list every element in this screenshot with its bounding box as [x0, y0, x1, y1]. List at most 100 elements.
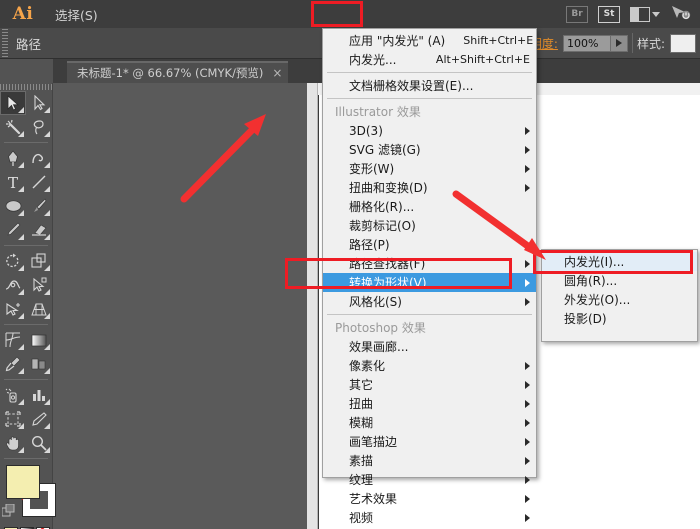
menu-blur[interactable]: 模糊: [323, 413, 536, 432]
menu-item-label: 转换为形状(V): [349, 276, 427, 290]
menu-bar: Ai 文件(F)编辑(E)对象(O)文字(T)选择(S)效果(C)视图(V)窗口…: [0, 0, 700, 135]
submenu-inner-glow[interactable]: 内发光(I)...: [542, 252, 697, 271]
tool-selection-tool[interactable]: [0, 91, 26, 115]
tool-flyout-icon: [18, 234, 24, 240]
menu-texture[interactable]: 纹理: [323, 470, 536, 489]
menu-apply-inner-glow[interactable]: 应用 "内发光" (A) Shift+Ctrl+E: [323, 31, 536, 50]
opacity-dropdown-arrow[interactable]: [610, 34, 628, 52]
menu-rasterize[interactable]: 栅格化(R)...: [323, 197, 536, 216]
menu-svg-filters[interactable]: SVG 滤镜(G): [323, 140, 536, 159]
tool-symbol-sprayer-tool[interactable]: [0, 383, 26, 407]
menu-distort-transform[interactable]: 扭曲和变换(D): [323, 178, 536, 197]
control-bar-object-type: 路径: [16, 36, 42, 52]
submenu-round-corners[interactable]: 圆角(R)...: [542, 271, 697, 290]
tool-flyout-icon: [44, 368, 50, 374]
submenu-outer-glow[interactable]: 外发光(O)...: [542, 290, 697, 309]
menu-pixelate[interactable]: 像素化: [323, 356, 536, 375]
tool-magic-wand-tool[interactable]: [0, 115, 26, 139]
tool-ellipse-tool[interactable]: [0, 194, 26, 218]
tool-flyout-icon: [18, 131, 24, 137]
canvas-background-left: [53, 83, 307, 529]
tool-lasso-tool[interactable]: [26, 115, 52, 139]
tool-eyedropper-tool[interactable]: [0, 352, 26, 376]
tool-pen-tool[interactable]: [0, 146, 26, 170]
tool-direct-selection-tool[interactable]: [26, 91, 52, 115]
tool-flyout-icon: [44, 399, 50, 405]
tool-pencil-tool[interactable]: [0, 218, 26, 242]
menu-inner-glow-dialog[interactable]: 内发光... Alt+Shift+Ctrl+E: [323, 50, 536, 69]
tool-gradient-tool[interactable]: [26, 328, 52, 352]
workspace-switcher-icon[interactable]: [630, 6, 660, 22]
app-logo: Ai: [12, 4, 34, 24]
menu-item-label: 素描: [349, 454, 374, 468]
swap-fill-stroke-icon[interactable]: [1, 503, 16, 517]
tool-paintbrush-tool[interactable]: [26, 194, 52, 218]
tool-curvature-tool[interactable]: [26, 146, 52, 170]
tool-line-segment-tool[interactable]: [26, 170, 52, 194]
tool-slice-tool[interactable]: [26, 407, 52, 431]
tool-mesh-tool[interactable]: [0, 328, 26, 352]
submenu-drop-shadow[interactable]: 投影(D): [542, 309, 697, 328]
tools-panel-grip[interactable]: [0, 83, 52, 91]
tool-artboard-tool[interactable]: [0, 407, 26, 431]
tools-divider: [4, 142, 48, 143]
document-tab[interactable]: 未标题-1* @ 66.67% (CMYK/预览) ×: [67, 61, 289, 83]
tool-perspective-grid-tool[interactable]: [26, 297, 52, 321]
tool-flyout-icon: [18, 107, 24, 113]
submenu-arrow-icon: [525, 278, 530, 287]
submenu-arrow-icon: [525, 361, 530, 370]
submenu-arrow-icon: [525, 240, 530, 249]
effect-dropdown-menu: 应用 "内发光" (A) Shift+Ctrl+E 内发光... Alt+Shift+…: [322, 28, 537, 525]
tool-type-tool[interactable]: T: [0, 170, 26, 194]
style-label: 样式:: [636, 36, 665, 51]
tool-flyout-icon: [18, 289, 24, 295]
tools-row: [0, 218, 52, 242]
menu-warp[interactable]: 变形(W): [323, 159, 536, 178]
close-icon[interactable]: ×: [272, 67, 282, 79]
vertical-ruler: [307, 83, 318, 529]
menu-convert-to-shape[interactable]: 转换为形状(V): [323, 273, 536, 292]
menu-effect-gallery[interactable]: 效果画廊...: [323, 337, 536, 356]
submenu-arrow-icon: [525, 183, 530, 192]
menu-item-label: 其它: [349, 378, 374, 392]
menu-3d[interactable]: 3D(3): [323, 121, 536, 140]
menu-item-label: 画笔描边: [349, 435, 398, 449]
menu-distort[interactable]: 扭曲: [323, 394, 536, 413]
menu-document-raster-settings[interactable]: 文档栅格效果设置(E)...: [323, 76, 536, 95]
tools-row: T: [0, 170, 52, 194]
tool-flyout-icon: [44, 289, 50, 295]
tool-blend-tool[interactable]: [26, 352, 52, 376]
tool-flyout-icon: [44, 265, 50, 271]
tool-width-tool[interactable]: [0, 273, 26, 297]
control-bar-grip[interactable]: [0, 27, 10, 59]
menu-pathfinder[interactable]: 路径查找器(F): [323, 254, 536, 273]
style-swatch[interactable]: [670, 33, 696, 53]
menu-path[interactable]: 路径(P): [323, 235, 536, 254]
tool-flyout-icon: [44, 234, 50, 240]
stock-icon[interactable]: St: [598, 5, 620, 23]
tool-eraser-tool[interactable]: [26, 218, 52, 242]
menu-stylize[interactable]: 风格化(S): [323, 292, 536, 311]
menu-sketch[interactable]: 素描: [323, 451, 536, 470]
menu-select[interactable]: 选择(S): [46, 0, 111, 28]
menu-other[interactable]: 其它: [323, 375, 536, 394]
tool-scale-tool[interactable]: [26, 249, 52, 273]
tool-free-transform-tool[interactable]: [26, 273, 52, 297]
tool-flyout-icon: [44, 447, 50, 453]
menu-brush-strokes[interactable]: 画笔描边: [323, 432, 536, 451]
fill-swatch[interactable]: [6, 465, 40, 499]
menu-crop-marks[interactable]: 裁剪标记(O): [323, 216, 536, 235]
tool-zoom-tool[interactable]: [26, 431, 52, 455]
tool-rotate-tool[interactable]: [0, 249, 26, 273]
tool-hand-tool[interactable]: [0, 431, 26, 455]
bridge-icon[interactable]: Br: [566, 5, 588, 23]
menu-artistic[interactable]: 艺术效果: [323, 489, 536, 508]
menu-item-label: 艺术效果: [349, 492, 398, 506]
control-bar-divider: [631, 33, 633, 53]
tool-column-graph-tool[interactable]: [26, 383, 52, 407]
menu-video[interactable]: 视频: [323, 508, 536, 527]
cursor-power-icon[interactable]: [670, 4, 692, 24]
opacity-input[interactable]: 100%: [562, 34, 611, 52]
control-bar-right: 透明度: 100% 样式:: [518, 33, 700, 53]
tool-shape-builder-tool[interactable]: [0, 297, 26, 321]
